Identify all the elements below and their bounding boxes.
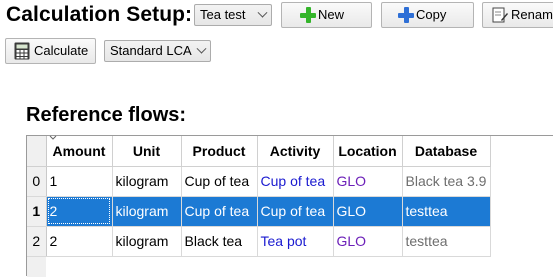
column-header-product[interactable]: Product: [181, 136, 258, 167]
calculator-icon: [14, 42, 30, 60]
calculation-setup-title: Calculation Setup:: [6, 3, 193, 26]
column-header-activity[interactable]: Activity: [257, 136, 334, 167]
database-cell[interactable]: testtea: [402, 196, 491, 227]
amount-cell[interactable]: 1: [46, 166, 113, 197]
sort-indicator-icon: [49, 135, 57, 140]
rename-setup-button[interactable]: Renam: [482, 2, 553, 28]
rename-label: Renam: [511, 7, 553, 22]
table-row[interactable]: 2 2 kilogram Black tea Tea pot GLO testt…: [27, 226, 491, 257]
location-cell[interactable]: GLO: [333, 226, 403, 257]
copy-setup-button[interactable]: Copy: [381, 2, 474, 28]
product-cell[interactable]: Cup of tea: [181, 166, 258, 197]
setup-select-value: Tea test: [200, 7, 246, 22]
column-header-unit[interactable]: Unit: [112, 136, 182, 167]
unit-cell[interactable]: kilogram: [112, 166, 182, 197]
table-row[interactable]: 0 1 kilogram Cup of tea Cup of tea GLO B…: [27, 166, 491, 197]
chevron-down-icon: [196, 43, 207, 54]
amount-cell[interactable]: 2: [46, 196, 113, 227]
product-cell[interactable]: Cup of tea: [181, 196, 258, 227]
chevron-down-icon: [257, 7, 268, 18]
column-header-location[interactable]: Location: [333, 136, 403, 167]
table-corner: [27, 136, 47, 167]
reference-flows-table[interactable]: Amount Unit Product Activity Location Da…: [26, 135, 553, 277]
database-cell[interactable]: Black tea 3.9: [402, 166, 491, 197]
activity-cell[interactable]: Cup of tea: [257, 196, 334, 227]
row-index[interactable]: 0: [27, 166, 47, 197]
setup-select[interactable]: Tea test: [194, 4, 272, 26]
row-index[interactable]: 1: [27, 196, 47, 227]
copy-label: Copy: [416, 7, 447, 22]
calculate-button[interactable]: Calculate: [5, 38, 96, 64]
method-select-value: Standard LCA: [110, 43, 192, 58]
database-cell[interactable]: testtea: [402, 226, 491, 257]
unit-cell[interactable]: kilogram: [112, 226, 182, 257]
calculate-label: Calculate: [34, 43, 89, 58]
product-cell[interactable]: Black tea: [181, 226, 258, 257]
activity-cell[interactable]: Cup of tea: [257, 166, 334, 197]
location-cell[interactable]: GLO: [333, 166, 403, 197]
plus-green-icon: [300, 7, 316, 23]
new-setup-button[interactable]: New: [281, 2, 372, 28]
new-label: New: [318, 7, 345, 22]
method-select[interactable]: Standard LCA: [104, 40, 211, 62]
row-index[interactable]: 2: [27, 226, 47, 257]
location-cell[interactable]: GLO: [333, 196, 403, 227]
rename-pencil-icon: [492, 7, 508, 24]
reference-flows-heading: Reference flows:: [26, 104, 187, 126]
column-header-database[interactable]: Database: [402, 136, 491, 167]
amount-cell[interactable]: 2: [46, 226, 113, 257]
plus-blue-icon: [398, 7, 414, 23]
table-row-selected[interactable]: 1 2 kilogram Cup of tea Cup of tea GLO t…: [27, 196, 491, 227]
activity-cell[interactable]: Tea pot: [257, 226, 334, 257]
unit-cell[interactable]: kilogram: [112, 196, 182, 227]
